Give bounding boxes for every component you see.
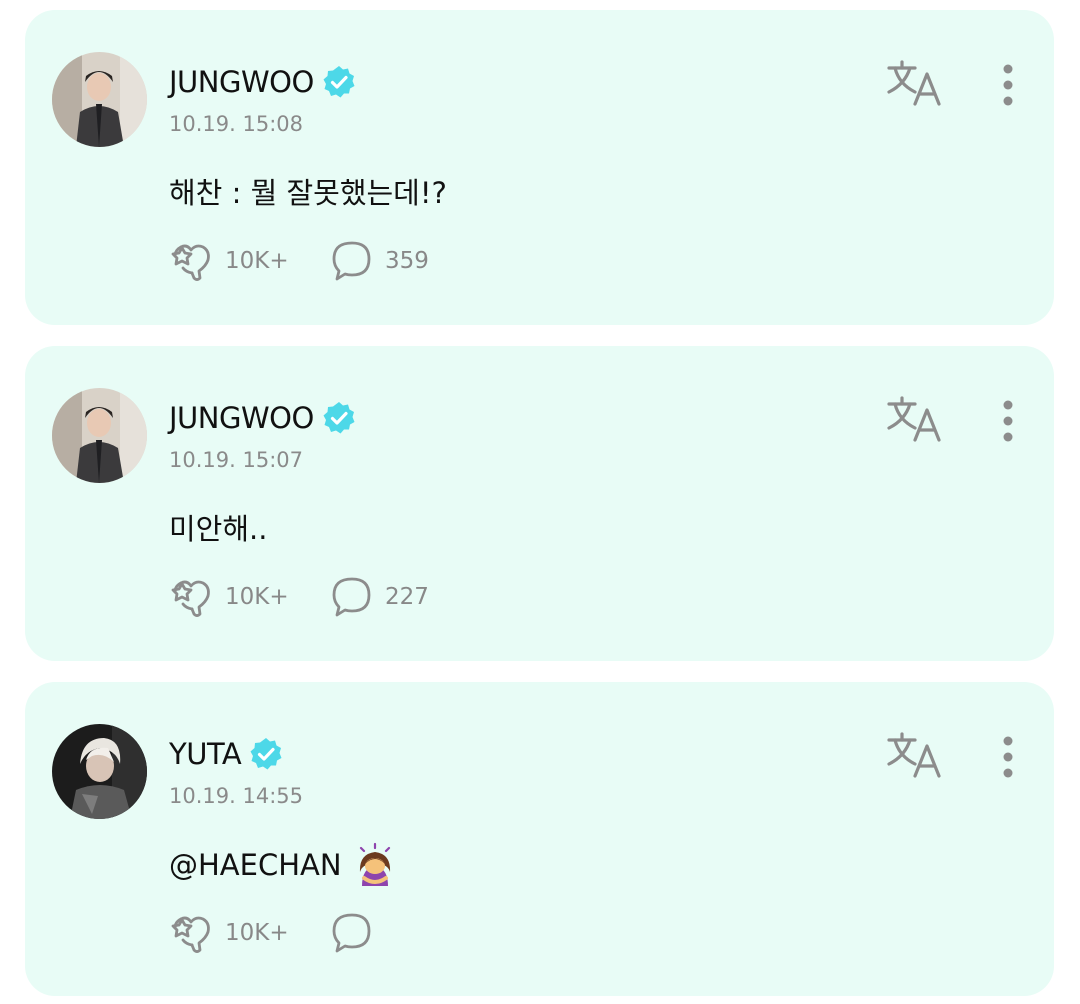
more-vertical-icon [1003, 400, 1013, 442]
post-feed: JUNGWOO 10.19. 15:08 해찬 : 뭘 잘못했는데!? 10K+… [0, 0, 1080, 1004]
comment-count: 227 [385, 584, 429, 610]
comment-button[interactable]: 359 [329, 238, 429, 284]
post-text: 해찬 : 뭘 잘못했는데!? [169, 176, 447, 210]
translate-icon [887, 396, 941, 442]
like-count: 10K+ [225, 920, 289, 946]
avatar[interactable] [52, 388, 147, 483]
more-options-button[interactable] [993, 734, 1023, 780]
avatar[interactable] [52, 724, 147, 819]
post-card[interactable]: YUTA 10.19. 14:55 @HAECHAN 10K+ [25, 682, 1054, 996]
verified-badge-icon [249, 737, 283, 771]
comment-bubble-icon [332, 241, 371, 281]
post-actions: 10K+ [169, 910, 385, 956]
translate-button[interactable] [885, 394, 943, 444]
more-options-button[interactable] [993, 62, 1023, 108]
more-vertical-icon [1003, 64, 1013, 106]
post-text: @HAECHAN [169, 842, 398, 888]
translate-button[interactable] [885, 58, 943, 108]
name-row: JUNGWOO [169, 62, 356, 102]
like-heart-icon [171, 244, 210, 281]
post-timestamp: 10.19. 15:07 [169, 448, 303, 472]
verified-badge-icon [322, 65, 356, 99]
like-heart-icon [171, 916, 210, 953]
post-actions: 10K+ 359 [169, 238, 429, 284]
post-text: 미안해.. [169, 512, 268, 546]
comment-count: 359 [385, 248, 429, 274]
comment-bubble-icon [332, 913, 371, 953]
translate-button[interactable] [885, 730, 943, 780]
like-count: 10K+ [225, 248, 289, 274]
comment-bubble-icon [332, 577, 371, 617]
post-timestamp: 10.19. 15:08 [169, 112, 303, 136]
username[interactable]: JUNGWOO [169, 401, 314, 435]
like-button[interactable]: 10K+ [169, 574, 329, 620]
like-button[interactable]: 10K+ [169, 238, 329, 284]
bowing-woman-emoji [352, 842, 398, 888]
more-vertical-icon [1003, 736, 1013, 778]
comment-button[interactable] [329, 910, 385, 956]
mention-link[interactable]: @HAECHAN [169, 848, 342, 882]
translate-icon [887, 60, 941, 106]
like-count: 10K+ [225, 584, 289, 610]
post-timestamp: 10.19. 14:55 [169, 784, 303, 808]
avatar[interactable] [52, 52, 147, 147]
like-heart-icon [171, 580, 210, 617]
comment-button[interactable]: 227 [329, 574, 429, 620]
verified-badge-icon [322, 401, 356, 435]
name-row: JUNGWOO [169, 398, 356, 438]
username[interactable]: JUNGWOO [169, 65, 314, 99]
post-actions: 10K+ 227 [169, 574, 429, 620]
like-button[interactable]: 10K+ [169, 910, 329, 956]
post-card[interactable]: JUNGWOO 10.19. 15:07 미안해.. 10K+ 227 [25, 346, 1054, 661]
post-card[interactable]: JUNGWOO 10.19. 15:08 해찬 : 뭘 잘못했는데!? 10K+… [25, 10, 1054, 325]
name-row: YUTA [169, 734, 283, 774]
translate-icon [887, 732, 941, 778]
username[interactable]: YUTA [169, 737, 242, 771]
more-options-button[interactable] [993, 398, 1023, 444]
